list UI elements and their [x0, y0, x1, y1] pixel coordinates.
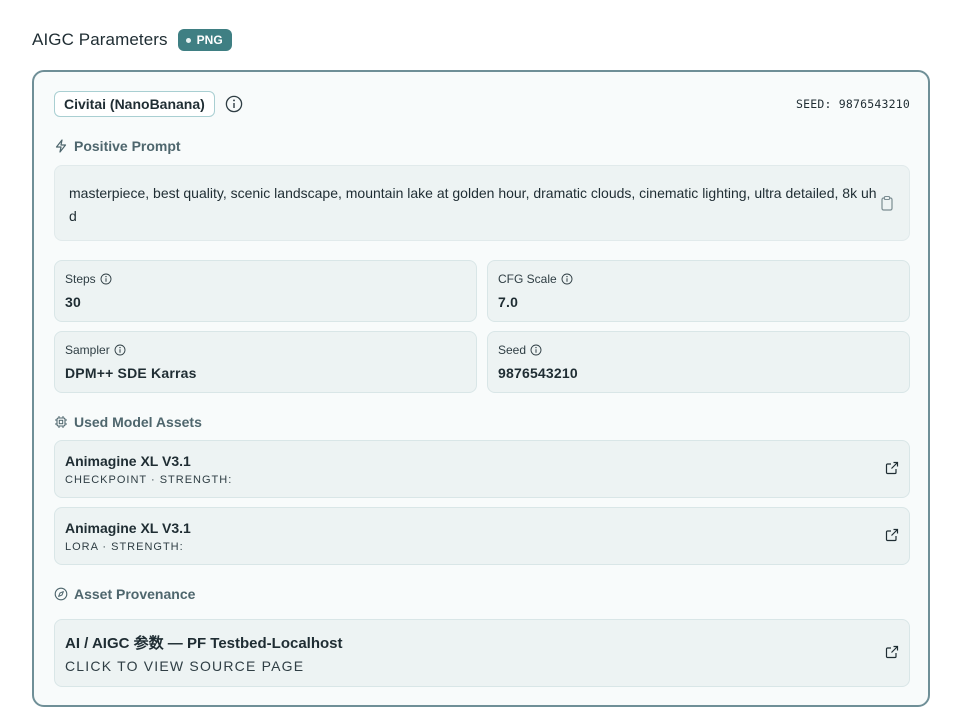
param-card-seed: Seed 9876543210: [487, 331, 910, 393]
info-icon[interactable]: [530, 344, 542, 356]
info-icon[interactable]: [100, 273, 112, 285]
format-badge-label: PNG: [196, 33, 223, 47]
asset-card[interactable]: Animagine XL V3.1 LORA · STRENGTH:: [54, 507, 910, 565]
info-icon[interactable]: [114, 344, 126, 356]
param-label-text: Sampler: [65, 343, 110, 357]
prompt-text: masterpiece, best quality, scenic landsc…: [69, 185, 877, 224]
asset-provenance-heading: Asset Provenance: [54, 586, 195, 602]
compass-icon: [54, 587, 68, 601]
param-value: 9876543210: [498, 365, 578, 381]
asset-name: Animagine XL V3.1: [65, 453, 191, 469]
param-card-cfg-scale: CFG Scale 7.0: [487, 260, 910, 322]
chip-icon: [55, 416, 67, 428]
param-label-text: CFG Scale: [498, 272, 557, 286]
info-icon[interactable]: [561, 273, 573, 285]
prompt-box: masterpiece, best quality, scenic landsc…: [54, 165, 910, 241]
page-title: AIGC Parameters: [32, 30, 168, 49]
provenance-card[interactable]: AI / AIGC 参数 — PF Testbed-Localhost CLIC…: [54, 619, 910, 687]
asset-meta: CHECKPOINT · STRENGTH:: [65, 474, 233, 486]
asset-card[interactable]: Animagine XL V3.1 CHECKPOINT · STRENGTH:: [54, 440, 910, 498]
asset-meta: LORA · STRENGTH:: [65, 541, 184, 553]
provenance-link-text[interactable]: CLICK TO VIEW SOURCE PAGE: [65, 658, 304, 674]
provenance-title: AI / AIGC 参数 — PF Testbed-Localhost: [65, 635, 343, 652]
asset-provenance-heading-label: Asset Provenance: [74, 586, 196, 602]
external-link-icon[interactable]: [885, 528, 899, 542]
param-label-text: Seed: [498, 343, 527, 357]
positive-prompt-heading: Positive Prompt: [54, 138, 181, 154]
param-label: Steps: [65, 272, 112, 286]
param-card-steps: Steps 30: [54, 260, 477, 322]
source-chip[interactable]: Civitai (NanoBanana): [54, 91, 215, 117]
info-icon[interactable]: [225, 95, 243, 113]
page-header: AIGC Parameters PNG: [32, 28, 232, 52]
clipboard-icon[interactable]: [879, 195, 895, 211]
param-label: CFG Scale: [498, 272, 573, 286]
param-value: DPM++ SDE Karras: [65, 365, 197, 381]
used-model-assets-heading: Used Model Assets: [54, 414, 202, 430]
param-label: Sampler: [65, 343, 126, 357]
asset-name: Animagine XL V3.1: [65, 520, 191, 536]
lightning-icon: [55, 139, 67, 153]
used-model-assets-heading-label: Used Model Assets: [74, 414, 202, 430]
external-link-icon[interactable]: [885, 461, 899, 475]
seed-readout: SEED: 9876543210: [796, 97, 910, 111]
param-value: 30: [65, 294, 81, 310]
aigc-panel: Civitai (NanoBanana) SEED: 9876543210 Po…: [32, 70, 930, 707]
positive-prompt-heading-label: Positive Prompt: [74, 138, 181, 154]
param-label-text: Steps: [65, 272, 96, 286]
source-row: Civitai (NanoBanana): [54, 91, 243, 117]
param-value: 7.0: [498, 294, 519, 310]
param-label: Seed: [498, 343, 542, 357]
badge-dot-icon: [185, 37, 191, 43]
param-card-sampler: Sampler DPM++ SDE Karras: [54, 331, 477, 393]
external-link-icon[interactable]: [885, 645, 899, 659]
format-badge: PNG: [177, 29, 232, 51]
